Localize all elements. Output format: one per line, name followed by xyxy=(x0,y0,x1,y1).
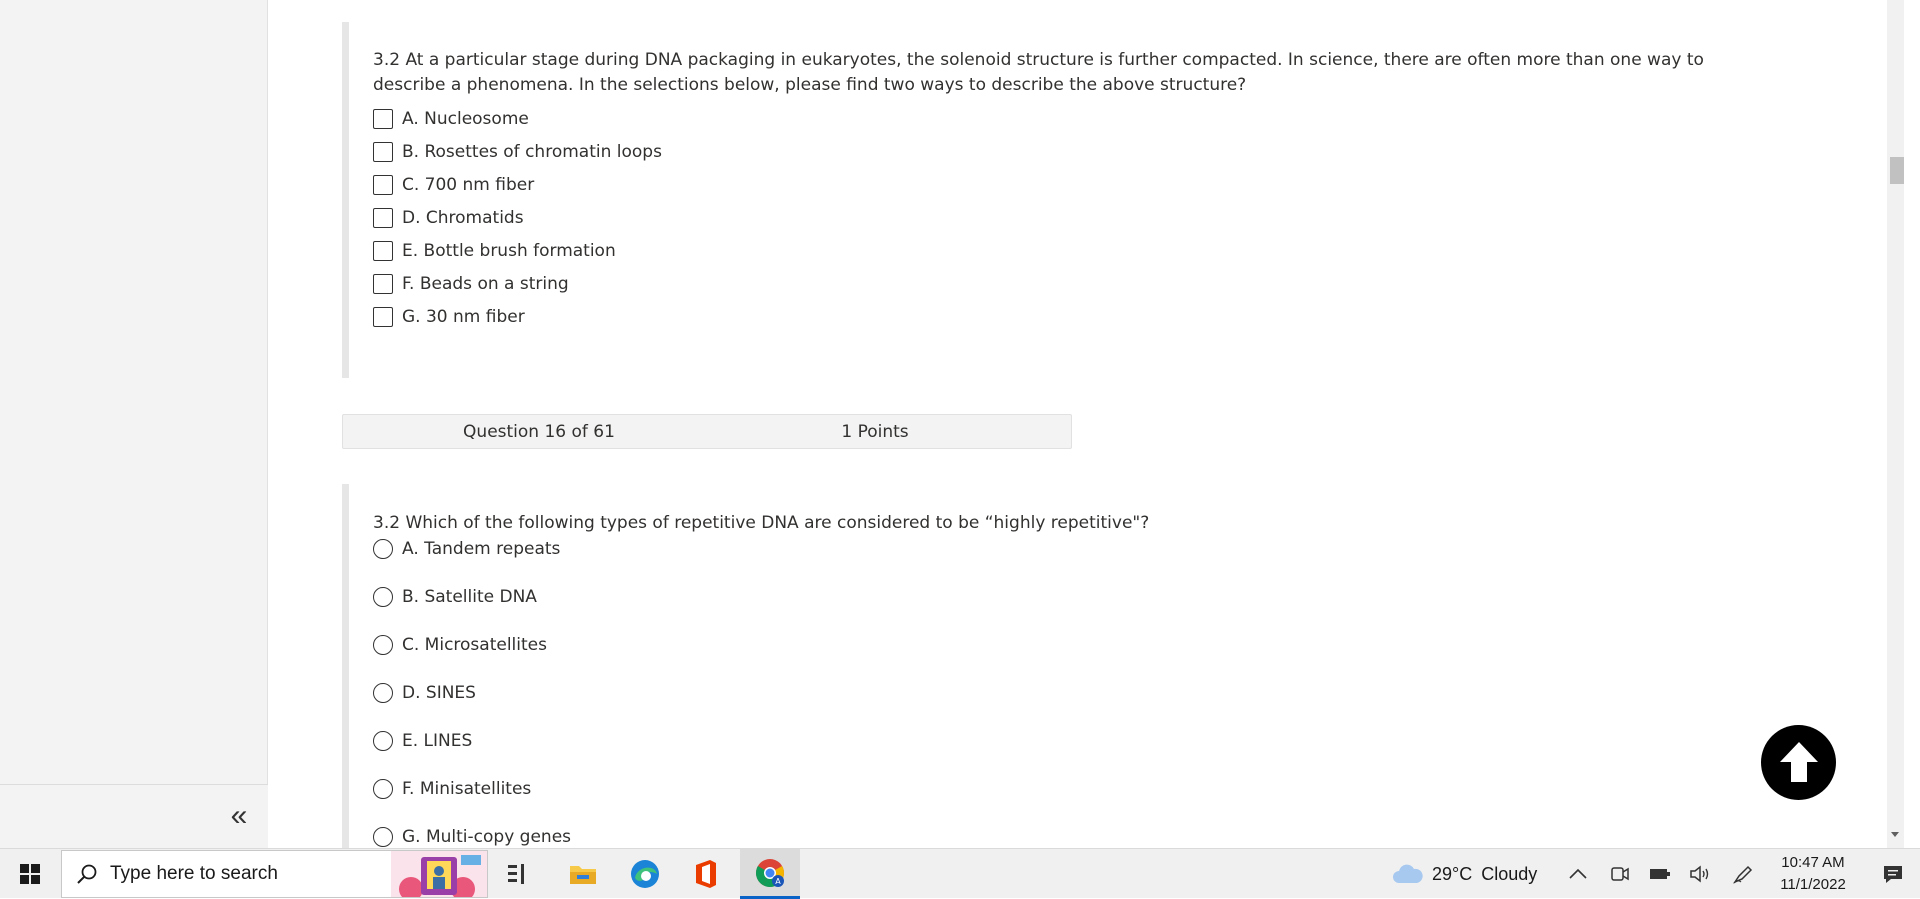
taskbar-search-box[interactable]: Type here to search xyxy=(61,850,488,898)
radio-button[interactable] xyxy=(373,779,393,799)
checkbox[interactable] xyxy=(373,306,393,327)
option-label: C. Microsatellites xyxy=(402,635,547,655)
question-number: Question 16 of 61 xyxy=(463,421,615,442)
option-checkbox-b[interactable]: B. Rosettes of chromatin loops xyxy=(373,139,1762,164)
option-label: F. Minisatellites xyxy=(402,779,532,799)
chrome-icon[interactable]: A xyxy=(740,849,800,899)
option-label: B. Satellite DNA xyxy=(402,587,537,607)
meet-now-button[interactable] xyxy=(1609,849,1631,899)
notification-center-button[interactable] xyxy=(1866,849,1920,899)
start-button[interactable] xyxy=(0,849,60,899)
option-checkbox-f[interactable]: F. Beads on a string xyxy=(373,271,1762,296)
question-15-text: 3.2 At a particular stage during DNA pac… xyxy=(373,50,1704,95)
folder-icon xyxy=(570,866,596,884)
question-16-header: Question 16 of 61 1 Points xyxy=(342,414,1072,449)
clock-time: 10:47 AM xyxy=(1781,854,1845,871)
question-15-block: 3.2 At a particular stage during DNA pac… xyxy=(342,22,1762,378)
search-placeholder: Type here to search xyxy=(110,863,278,884)
option-label: A. Nucleosome xyxy=(402,108,529,129)
office-logo-icon xyxy=(696,860,716,888)
option-label: E. Bottle brush formation xyxy=(402,240,616,261)
option-checkbox-d[interactable]: D. Chromatids xyxy=(373,205,1762,230)
chrome-browser-icon: A xyxy=(756,858,784,887)
svg-text:A: A xyxy=(775,877,781,886)
option-radio-a[interactable]: A. Tandem repeats xyxy=(373,536,1762,562)
arrow-up-icon xyxy=(1780,742,1818,782)
weather-widget[interactable]: 29°C Cloudy xyxy=(1391,849,1537,899)
pen-workspace-button[interactable] xyxy=(1731,849,1755,899)
option-label: C. 700 nm fiber xyxy=(402,174,535,195)
option-label: G. 30 nm fiber xyxy=(402,306,525,327)
question-points: 1 Points xyxy=(841,421,909,442)
checkbox[interactable] xyxy=(373,108,393,129)
question-16-block: 3.2 Which of the following types of repe… xyxy=(342,484,1762,864)
window-edge xyxy=(1904,0,1920,848)
show-hidden-icons-button[interactable] xyxy=(1568,849,1588,899)
pen-icon xyxy=(1732,865,1753,884)
collapse-panel-button[interactable]: « xyxy=(224,801,254,833)
radio-button[interactable] xyxy=(373,683,393,703)
checkbox[interactable] xyxy=(373,141,393,162)
option-radio-e[interactable]: E. LINES xyxy=(373,728,1762,754)
checkbox[interactable] xyxy=(373,174,393,195)
taskbar-clock[interactable]: 10:47 AM 11/1/2022 xyxy=(1760,849,1866,899)
radio-button[interactable] xyxy=(373,539,393,559)
meet-now-icon xyxy=(1611,867,1629,881)
task-view-icon[interactable] xyxy=(489,849,549,899)
search-highlight-icon xyxy=(391,851,487,897)
search-icon xyxy=(77,864,97,884)
option-label: E. LINES xyxy=(402,731,473,751)
option-checkbox-g[interactable]: G. 30 nm fiber xyxy=(373,304,1762,329)
option-label: G. Multi-copy genes xyxy=(402,827,572,847)
task-view-glyph-icon xyxy=(508,864,524,884)
option-checkbox-a[interactable]: A. Nucleosome xyxy=(373,106,1762,131)
option-radio-d[interactable]: D. SINES xyxy=(373,680,1762,706)
checkbox[interactable] xyxy=(373,207,393,228)
edge-icon[interactable] xyxy=(615,849,675,899)
radio-button[interactable] xyxy=(373,635,393,655)
cloud-icon xyxy=(1393,864,1423,883)
option-radio-c[interactable]: C. Microsatellites xyxy=(373,632,1762,658)
volume-control[interactable] xyxy=(1688,849,1712,899)
windows-logo-icon xyxy=(20,864,40,884)
option-radio-g[interactable]: G. Multi-copy genes xyxy=(373,824,1762,850)
option-checkbox-e[interactable]: E. Bottle brush formation xyxy=(373,238,1762,263)
option-label: D. SINES xyxy=(402,683,476,703)
question-16-text: 3.2 Which of the following types of repe… xyxy=(373,513,1150,533)
radio-button[interactable] xyxy=(373,587,393,607)
left-panel: « xyxy=(0,0,268,848)
checkbox[interactable] xyxy=(373,240,393,261)
battery-status[interactable] xyxy=(1648,849,1672,899)
office-icon[interactable] xyxy=(676,849,736,899)
notification-icon xyxy=(1884,866,1902,883)
option-label: A. Tandem repeats xyxy=(402,539,561,559)
vertical-scrollbar[interactable] xyxy=(1887,0,1905,848)
file-explorer-icon[interactable] xyxy=(553,849,613,899)
option-label: F. Beads on a string xyxy=(402,273,569,294)
clock-date: 11/1/2022 xyxy=(1780,876,1846,893)
edge-browser-icon xyxy=(631,860,659,888)
option-label: D. Chromatids xyxy=(402,207,524,228)
radio-button[interactable] xyxy=(373,731,393,751)
scroll-down-arrow-icon[interactable] xyxy=(1891,832,1899,837)
weather-temp: 29°C xyxy=(1432,863,1473,884)
speaker-icon xyxy=(1690,865,1709,883)
scroll-to-top-button[interactable] xyxy=(1761,725,1836,800)
radio-button[interactable] xyxy=(373,827,393,847)
option-checkbox-c[interactable]: C. 700 nm fiber xyxy=(373,172,1762,197)
option-radio-b[interactable]: B. Satellite DNA xyxy=(373,584,1762,610)
chevron-up-icon xyxy=(1569,868,1587,879)
quiz-content: 3.2 At a particular stage during DNA pac… xyxy=(268,0,1887,864)
collapse-bar: « xyxy=(0,784,268,848)
scrollbar-thumb[interactable] xyxy=(1890,157,1905,184)
battery-icon xyxy=(1650,869,1670,879)
weather-desc: Cloudy xyxy=(1481,863,1538,884)
checkbox[interactable] xyxy=(373,273,393,294)
taskbar: Type here to search A 29°C Cloudy 10:47 … xyxy=(0,848,1920,899)
option-radio-f[interactable]: F. Minisatellites xyxy=(373,776,1762,802)
option-label: B. Rosettes of chromatin loops xyxy=(402,141,662,162)
